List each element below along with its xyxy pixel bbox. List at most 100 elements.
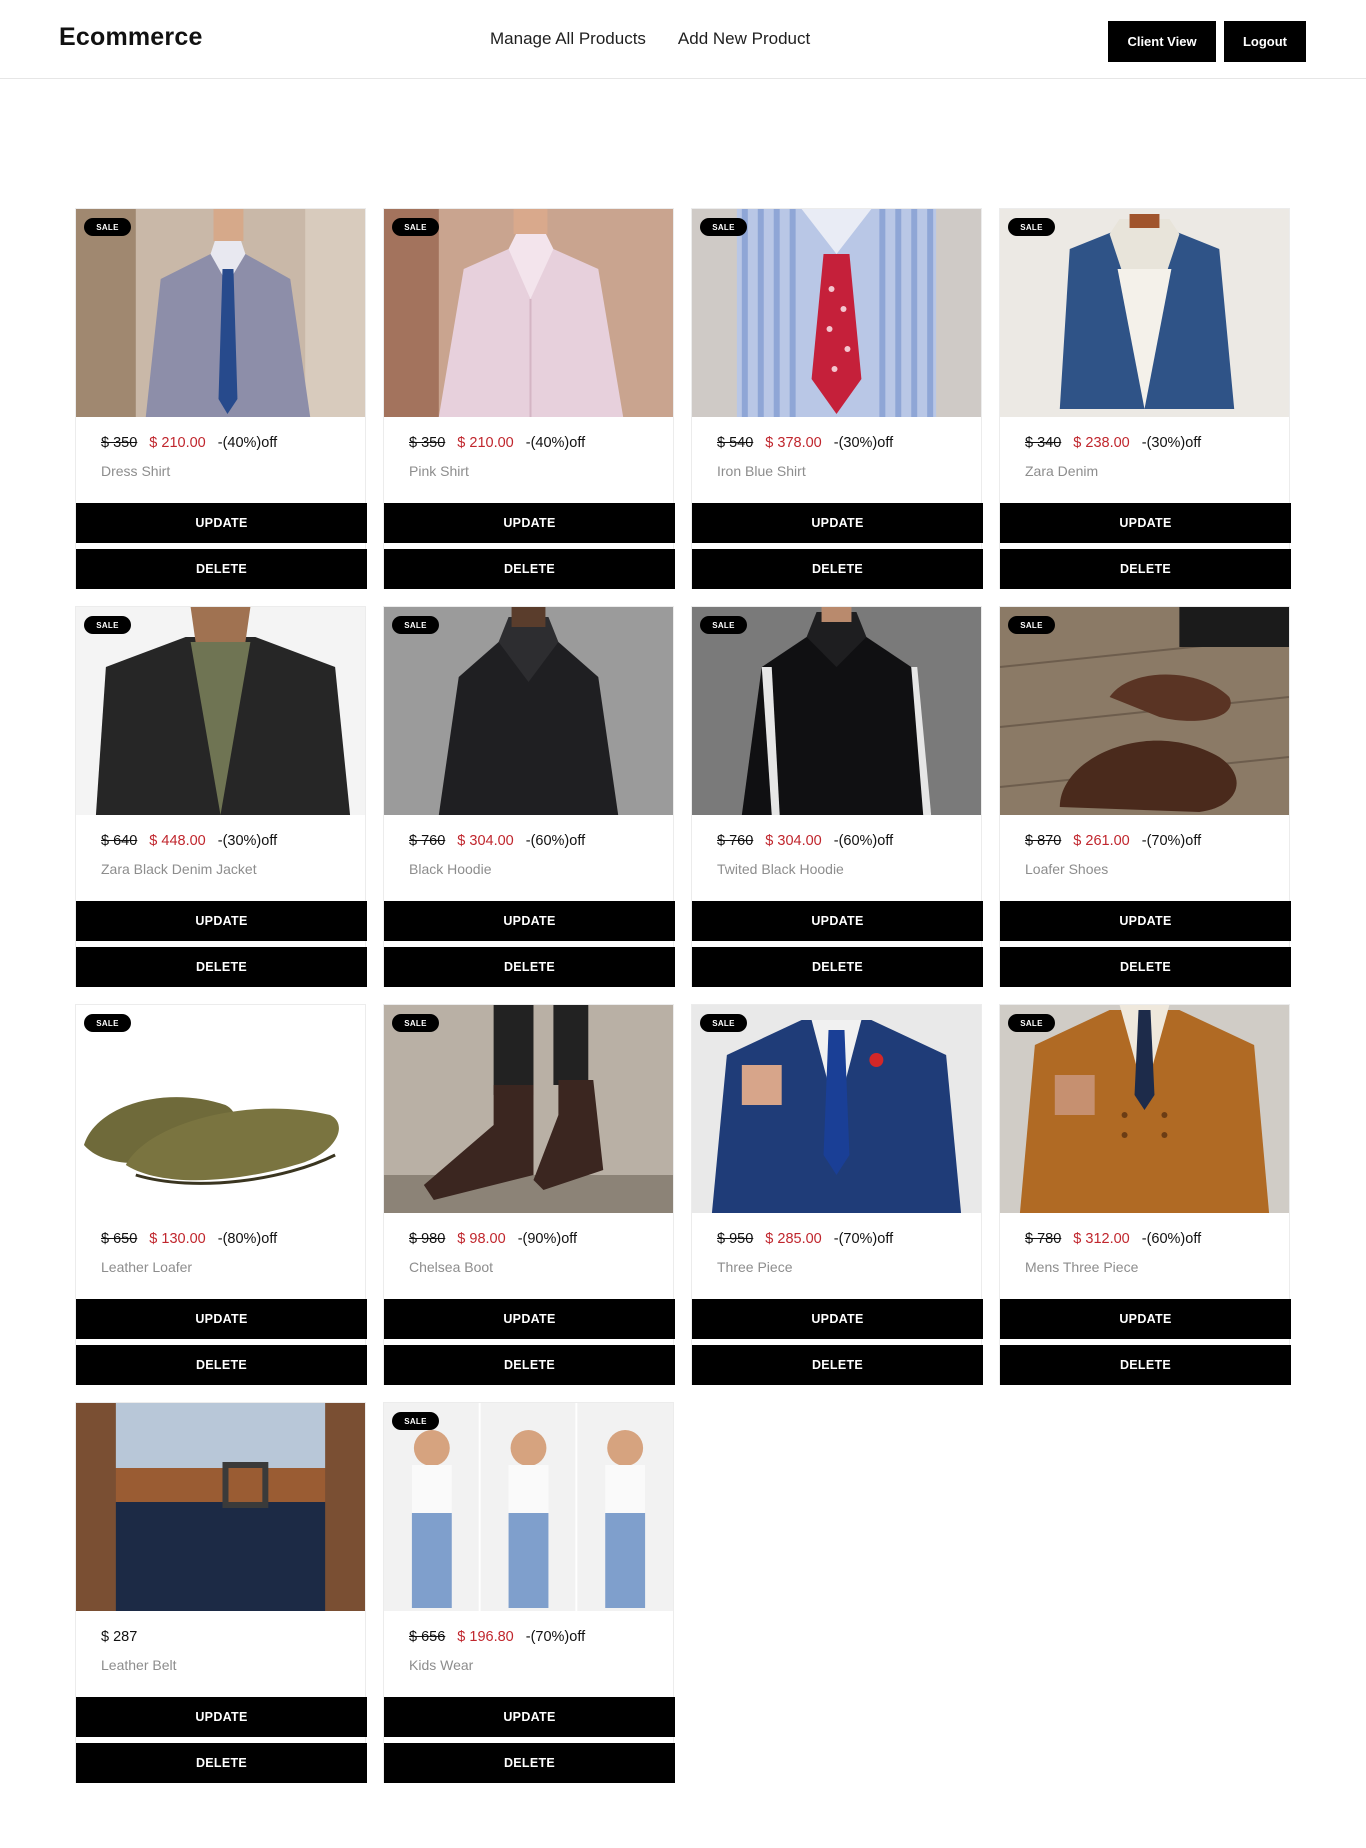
sale-price: $ 285.00	[765, 1231, 822, 1247]
product-image[interactable]: SALE	[1000, 209, 1289, 417]
price-row: $ 950 $ 285.00 -(70%)off	[717, 1231, 893, 1247]
delete-button[interactable]: DELETE	[76, 1345, 367, 1385]
sale-badge: SALE	[84, 616, 131, 634]
delete-button[interactable]: DELETE	[384, 1345, 675, 1385]
update-button[interactable]: UPDATE	[1000, 503, 1291, 543]
pink-shirt-photo	[384, 209, 673, 417]
logout-button[interactable]: Logout	[1224, 21, 1306, 62]
sale-badge: SALE	[84, 218, 131, 236]
product-image[interactable]: SALE	[692, 209, 981, 417]
product-image[interactable]	[76, 1403, 365, 1611]
original-price: $ 350	[409, 435, 446, 451]
original-price: $ 340	[1025, 435, 1062, 451]
delete-button[interactable]: DELETE	[384, 947, 675, 987]
delete-button[interactable]: DELETE	[76, 947, 367, 987]
product-card: SALE $ 950 $ 285.00 -(70%)off Three Piec…	[691, 1004, 983, 1385]
product-name: Kids Wear	[409, 1657, 474, 1673]
product-name: Zara Denim	[1025, 463, 1099, 479]
sale-price: $ 378.00	[765, 435, 822, 451]
discount-label: -(80%)off	[217, 1231, 278, 1247]
price-row: $ 340 $ 238.00 -(30%)off	[1025, 435, 1201, 451]
product-image[interactable]: SALE	[76, 1005, 365, 1213]
update-button[interactable]: UPDATE	[76, 1697, 367, 1737]
product-name: Three Piece	[717, 1259, 793, 1275]
product-name: Dress Shirt	[101, 463, 171, 479]
product-name: Chelsea Boot	[409, 1259, 494, 1275]
black-denim-jacket-photo	[76, 607, 365, 815]
product-image[interactable]: SALE	[692, 607, 981, 815]
nav-add-new-product[interactable]: Add New Product	[678, 29, 810, 49]
product-name: Leather Loafer	[101, 1259, 193, 1275]
discount-label: -(60%)off	[1141, 1231, 1202, 1247]
product-name: Zara Black Denim Jacket	[101, 861, 257, 877]
original-price: $ 760	[409, 833, 446, 849]
product-name: Mens Three Piece	[1025, 1259, 1139, 1275]
sale-badge: SALE	[700, 218, 747, 236]
sale-badge: SALE	[392, 218, 439, 236]
delete-button[interactable]: DELETE	[1000, 549, 1291, 589]
sale-price: $ 238.00	[1073, 435, 1130, 451]
product-name: Iron Blue Shirt	[717, 463, 806, 479]
delete-button[interactable]: DELETE	[692, 947, 983, 987]
update-button[interactable]: UPDATE	[1000, 1299, 1291, 1339]
product-card: SALE $ 650 $ 130.00 -(80%)off Leather Lo…	[75, 1004, 367, 1385]
update-button[interactable]: UPDATE	[692, 503, 983, 543]
leather-belt-photo	[76, 1403, 365, 1611]
update-button[interactable]: UPDATE	[76, 1299, 367, 1339]
product-image[interactable]: SALE	[692, 1005, 981, 1213]
delete-button[interactable]: DELETE	[1000, 947, 1291, 987]
product-name: Loafer Shoes	[1025, 861, 1109, 877]
sale-badge: SALE	[700, 616, 747, 634]
sale-price: $ 261.00	[1073, 833, 1130, 849]
product-card: SALE $ 540 $ 378.00 -(30%)off Iron Blue …	[691, 208, 983, 589]
product-image[interactable]: SALE	[384, 607, 673, 815]
product-image[interactable]: SALE	[76, 209, 365, 417]
delete-button[interactable]: DELETE	[384, 1743, 675, 1783]
sale-price: $ 210.00	[149, 435, 206, 451]
update-button[interactable]: UPDATE	[384, 1697, 675, 1737]
sale-badge: SALE	[700, 1014, 747, 1032]
delete-button[interactable]: DELETE	[692, 549, 983, 589]
sale-badge: SALE	[392, 1412, 439, 1430]
product-image[interactable]: SALE	[384, 1403, 673, 1611]
brand-logo[interactable]: Ecommerce	[59, 23, 203, 52]
update-button[interactable]: UPDATE	[76, 901, 367, 941]
product-card: SALE $ 760 $ 304.00 -(60%)off Twited Bla…	[691, 606, 983, 987]
original-price: $ 760	[717, 833, 754, 849]
sale-price: $ 130.00	[149, 1231, 206, 1247]
product-card: SALE $ 870 $ 261.00 -(70%)off Loafer Sho…	[999, 606, 1291, 987]
product-image[interactable]: SALE	[1000, 1005, 1289, 1213]
nav-manage-all-products[interactable]: Manage All Products	[490, 29, 646, 49]
product-name: Black Hoodie	[409, 861, 492, 877]
sale-price: $ 304.00	[457, 833, 514, 849]
update-button[interactable]: UPDATE	[76, 503, 367, 543]
black-hoodie-photo	[384, 607, 673, 815]
update-button[interactable]: UPDATE	[692, 901, 983, 941]
discount-label: -(30%)off	[1141, 435, 1202, 451]
discount-label: -(30%)off	[217, 833, 278, 849]
update-button[interactable]: UPDATE	[1000, 901, 1291, 941]
update-button[interactable]: UPDATE	[384, 1299, 675, 1339]
update-button[interactable]: UPDATE	[692, 1299, 983, 1339]
product-image[interactable]: SALE	[1000, 607, 1289, 815]
product-card: SALE $ 656 $ 196.80 -(70%)off Kids Wear …	[383, 1402, 675, 1783]
delete-button[interactable]: DELETE	[76, 549, 367, 589]
main-nav: Manage All Products Add New Product	[490, 29, 810, 49]
delete-button[interactable]: DELETE	[76, 1743, 367, 1783]
shirt-purple-tie-photo	[76, 209, 365, 417]
product-image[interactable]: SALE	[384, 209, 673, 417]
original-price: $ 980	[409, 1231, 446, 1247]
product-image[interactable]: SALE	[384, 1005, 673, 1213]
discount-label: -(40%)off	[217, 435, 278, 451]
product-card: SALE $ 640 $ 448.00 -(30%)off Zara Black…	[75, 606, 367, 987]
delete-button[interactable]: DELETE	[384, 549, 675, 589]
delete-button[interactable]: DELETE	[692, 1345, 983, 1385]
client-view-button[interactable]: Client View	[1108, 21, 1216, 62]
delete-button[interactable]: DELETE	[1000, 1345, 1291, 1385]
product-card: SALE $ 780 $ 312.00 -(60%)off Mens Three…	[999, 1004, 1291, 1385]
product-image[interactable]: SALE	[76, 607, 365, 815]
sale-price: $ 210.00	[457, 435, 514, 451]
price-row: $ 780 $ 312.00 -(60%)off	[1025, 1231, 1201, 1247]
update-button[interactable]: UPDATE	[384, 503, 675, 543]
update-button[interactable]: UPDATE	[384, 901, 675, 941]
